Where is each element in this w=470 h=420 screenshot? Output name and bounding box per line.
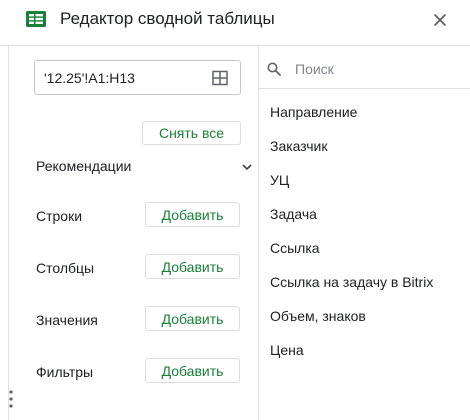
add-row-button[interactable]: Добавить bbox=[145, 202, 240, 227]
columns-label: Столбцы bbox=[36, 260, 95, 276]
drag-handle-icon[interactable] bbox=[9, 389, 13, 409]
filters-label: Фильтры bbox=[36, 364, 94, 380]
pivot-settings-panel: '12.25'!A1:H13 Снять все Рекомендации Ст… bbox=[8, 46, 258, 420]
field-item[interactable]: УЦ bbox=[270, 172, 289, 188]
add-filter-button[interactable]: Добавить bbox=[145, 358, 240, 383]
data-range-value: '12.25'!A1:H13 bbox=[44, 70, 135, 86]
field-item[interactable]: Задача bbox=[270, 206, 317, 222]
grid-select-icon[interactable] bbox=[212, 70, 228, 86]
field-item[interactable]: Ссылка на задачу в Bitrix bbox=[270, 274, 433, 290]
field-item[interactable]: Цена bbox=[270, 342, 304, 358]
chevron-down-icon[interactable] bbox=[241, 161, 253, 173]
data-range-field[interactable]: '12.25'!A1:H13 bbox=[34, 60, 241, 95]
fields-panel: Направление Заказчик УЦ Задача Ссылка Сс… bbox=[258, 46, 470, 420]
field-item[interactable]: Направление bbox=[270, 104, 357, 120]
page-title: Редактор сводной таблицы bbox=[60, 9, 275, 28]
divider bbox=[259, 88, 470, 89]
close-icon[interactable] bbox=[430, 10, 450, 30]
field-search-input[interactable] bbox=[295, 58, 455, 80]
editor-header: Редактор сводной таблицы bbox=[0, 0, 470, 46]
sheets-table-icon bbox=[26, 11, 46, 27]
field-item[interactable]: Заказчик bbox=[270, 138, 328, 154]
recommendations-label[interactable]: Рекомендации bbox=[36, 158, 131, 174]
field-item[interactable]: Ссылка bbox=[270, 240, 320, 256]
field-item[interactable]: Объем, знаков bbox=[270, 308, 366, 324]
values-label: Значения bbox=[36, 312, 98, 328]
search-icon bbox=[267, 62, 281, 76]
clear-all-button[interactable]: Снять все bbox=[142, 121, 241, 145]
add-column-button[interactable]: Добавить bbox=[145, 254, 240, 279]
rows-label: Строки bbox=[36, 208, 83, 224]
add-value-button[interactable]: Добавить bbox=[145, 306, 240, 331]
